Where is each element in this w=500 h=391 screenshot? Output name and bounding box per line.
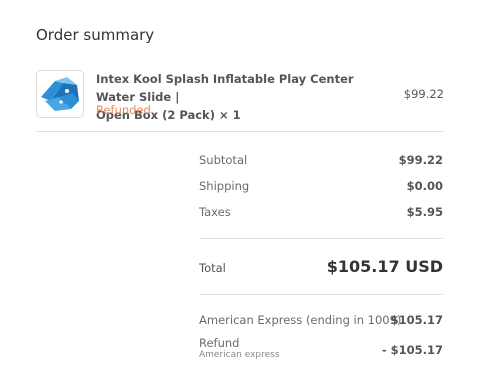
divider [199, 294, 443, 295]
water-slide-image [37, 71, 83, 117]
refund-label: Refund [199, 336, 240, 350]
product-thumbnail [36, 70, 84, 118]
total-label: Total [199, 261, 226, 275]
taxes-row: Taxes $5.95 [199, 205, 443, 225]
shipping-value: $0.00 [406, 179, 443, 193]
product-line-item: Intex Kool Splash Inflatable Play Center… [36, 70, 444, 122]
payment-amount: $105.17 [390, 313, 443, 327]
refund-amount: - $105.17 [381, 343, 443, 357]
taxes-label: Taxes [199, 205, 231, 219]
shipping-row: Shipping $0.00 [199, 179, 443, 199]
taxes-value: $5.95 [406, 205, 443, 219]
divider [199, 238, 443, 239]
order-summary-title: Order summary [36, 26, 155, 44]
payment-row: American Express (ending in 1009) $105.1… [199, 313, 443, 333]
shipping-label: Shipping [199, 179, 250, 193]
refund-method-label: American express [199, 350, 280, 360]
order-summary-panel: Order summary Intex Kool Splash Inflatab… [0, 0, 500, 391]
subtotal-value: $99.22 [398, 153, 443, 167]
product-name-line-1: Intex Kool Splash Inflatable Play Center… [96, 72, 354, 104]
subtotal-label: Subtotal [199, 153, 248, 167]
divider [36, 131, 444, 132]
product-price: $99.22 [403, 87, 444, 101]
payment-method-label: American Express (ending in 1009) [199, 313, 402, 327]
refunded-status-label: Refunded [96, 103, 151, 117]
subtotal-row: Subtotal $99.22 [199, 153, 443, 173]
total-value: $105.17 USD [326, 257, 443, 276]
